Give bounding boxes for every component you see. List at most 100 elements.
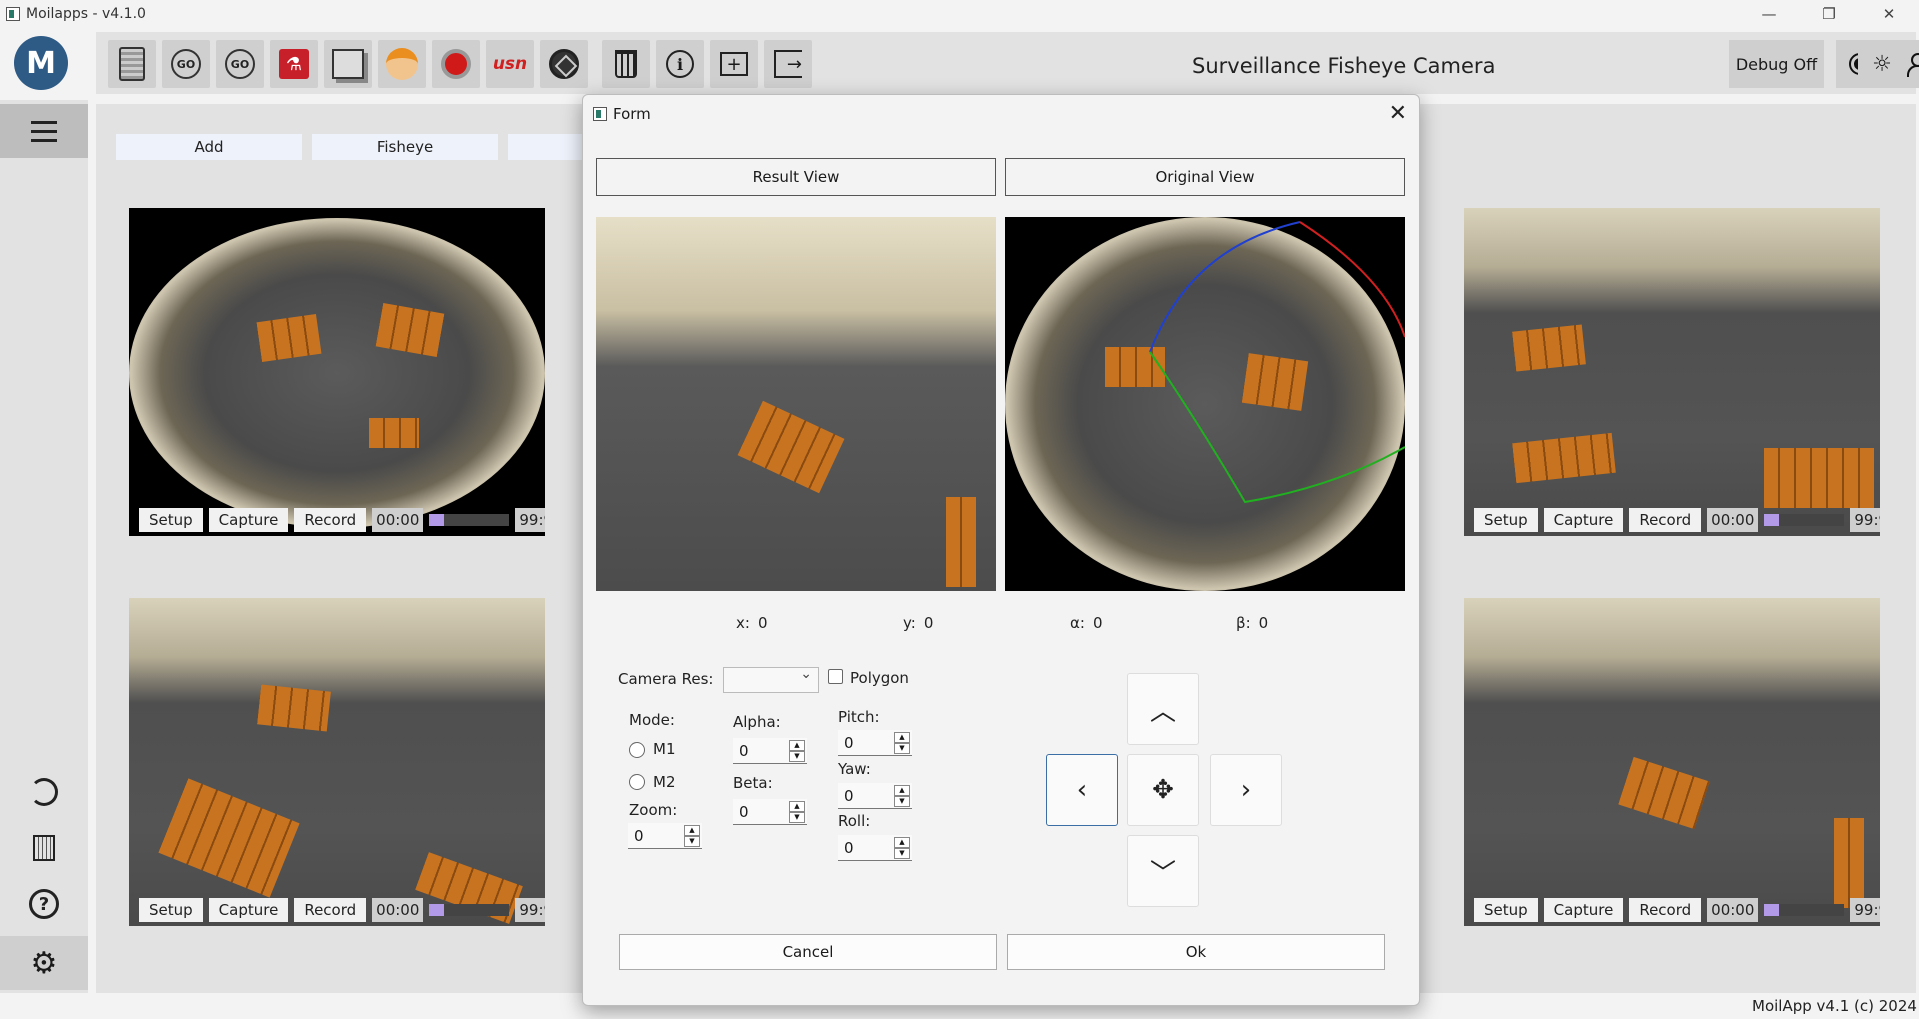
setup-button[interactable]: Setup xyxy=(139,898,203,922)
polygon-checkbox[interactable] xyxy=(828,669,843,684)
calculator-button[interactable] xyxy=(108,40,156,88)
spin-arrows[interactable]: ▲ ▼ xyxy=(894,785,910,807)
move-right-button[interactable]: › xyxy=(1210,754,1282,826)
spin-arrows[interactable]: ▲ ▼ xyxy=(894,732,910,754)
camera-view-4[interactable]: Setup Capture Record 00:00 99:99 xyxy=(1464,598,1880,926)
playback-progress[interactable] xyxy=(429,514,510,526)
move-up-button[interactable]: ︿ xyxy=(1127,673,1199,745)
capture-button[interactable]: Capture xyxy=(208,508,289,532)
move-left-button[interactable]: ‹ xyxy=(1046,754,1118,826)
chevron-up-icon: ︿ xyxy=(1149,696,1176,727)
original-view-image[interactable] xyxy=(1005,217,1405,591)
go-button-2[interactable]: GO xyxy=(216,40,264,88)
spin-arrows[interactable]: ▲ ▼ xyxy=(789,740,805,762)
chevron-down-icon: ﹀ xyxy=(1149,858,1176,889)
camera-view-3[interactable]: Setup Capture Record 00:00 99:99 xyxy=(129,598,545,926)
zoom-spinbox[interactable]: 0 ▲ ▼ xyxy=(628,823,702,849)
go-icon: GO xyxy=(225,49,255,79)
go-button-1[interactable]: GO xyxy=(162,40,210,88)
move-icon: ✥ xyxy=(1152,775,1174,805)
playback-progress[interactable] xyxy=(429,904,510,916)
close-window-button[interactable]: ✕ xyxy=(1859,0,1919,28)
camera-controls: Setup Capture Record 00:00 99:99 xyxy=(1474,508,1880,532)
result-view-image[interactable] xyxy=(596,217,996,591)
spin-up-icon[interactable]: ▲ xyxy=(684,825,700,836)
menu-icon xyxy=(31,129,57,133)
camera-view-2[interactable]: Setup Capture Record 00:00 99:99 xyxy=(1464,208,1880,536)
spin-down-icon[interactable]: ▼ xyxy=(789,751,805,762)
beta-coordinate: β: 0 xyxy=(1236,614,1268,632)
roll-spinbox[interactable]: 0 ▲ ▼ xyxy=(838,835,912,861)
record-video-button[interactable]: Record xyxy=(1629,898,1702,922)
spin-arrows[interactable]: ▲ ▼ xyxy=(684,825,700,847)
progress-fill xyxy=(429,514,444,526)
alpha-spinbox[interactable]: 0 ▲ ▼ xyxy=(733,738,807,764)
m2-radio[interactable] xyxy=(629,774,645,790)
setup-button[interactable]: Setup xyxy=(1474,508,1538,532)
microscope-button[interactable]: ⚗ xyxy=(270,40,318,88)
debug-toggle-button[interactable]: Debug Off xyxy=(1729,40,1824,88)
aperture-button[interactable] xyxy=(540,40,588,88)
camera-res-select[interactable] xyxy=(723,666,819,693)
dialog-close-button[interactable]: ✕ xyxy=(1389,101,1407,126)
spin-up-icon[interactable]: ▲ xyxy=(789,740,805,751)
spin-up-icon[interactable]: ▲ xyxy=(894,732,910,743)
tab-fisheye[interactable]: Fisheye xyxy=(312,134,498,160)
playback-progress[interactable] xyxy=(1764,514,1845,526)
beta-coord-value: 0 xyxy=(1258,614,1269,632)
minimize-button[interactable]: — xyxy=(1739,0,1799,28)
record-button[interactable] xyxy=(432,40,480,88)
x-label: x: xyxy=(736,614,750,632)
spin-up-icon[interactable]: ▲ xyxy=(894,785,910,796)
spin-down-icon[interactable]: ▼ xyxy=(894,743,910,754)
alpha-label: Alpha: xyxy=(733,713,781,731)
refresh-button[interactable] xyxy=(22,770,66,814)
capture-button[interactable]: Capture xyxy=(208,898,289,922)
result-view-button[interactable]: Result View xyxy=(596,158,996,196)
camera-view-1[interactable]: Setup Capture Record 00:00 99:99 xyxy=(129,208,545,536)
spin-arrows[interactable]: ▲ ▼ xyxy=(894,837,910,859)
face-button[interactable] xyxy=(378,40,426,88)
spin-down-icon[interactable]: ▼ xyxy=(684,836,700,847)
new-window-button[interactable]: + xyxy=(710,40,758,88)
playback-progress[interactable] xyxy=(1764,904,1845,916)
book-button[interactable] xyxy=(22,826,66,870)
original-view-button[interactable]: Original View xyxy=(1005,158,1405,196)
spin-up-icon[interactable]: ▲ xyxy=(789,801,805,812)
yaw-spinbox[interactable]: 0 ▲ ▼ xyxy=(838,783,912,809)
pitch-spinbox[interactable]: 0 ▲ ▼ xyxy=(838,730,912,756)
record-video-button[interactable]: Record xyxy=(294,508,367,532)
theme-button[interactable]: ☼ xyxy=(1858,40,1906,88)
time-end: 99:99 xyxy=(1850,508,1880,532)
capture-button[interactable]: Capture xyxy=(1543,898,1624,922)
spin-down-icon[interactable]: ▼ xyxy=(894,848,910,859)
record-video-button[interactable]: Record xyxy=(294,898,367,922)
spin-down-icon[interactable]: ▼ xyxy=(789,812,805,823)
tab-add[interactable]: Add xyxy=(116,134,302,160)
dialog-titlebar: Form xyxy=(593,105,651,123)
setup-button[interactable]: Setup xyxy=(139,508,203,532)
move-down-button[interactable]: ﹀ xyxy=(1127,835,1199,907)
exit-button[interactable]: → xyxy=(764,40,812,88)
capture-button[interactable]: Capture xyxy=(1543,508,1624,532)
pitch-value: 0 xyxy=(844,733,854,752)
cancel-button[interactable]: Cancel xyxy=(619,934,997,970)
spin-up-icon[interactable]: ▲ xyxy=(894,837,910,848)
m1-radio[interactable] xyxy=(629,742,645,758)
info-button[interactable]: i xyxy=(656,40,704,88)
help-button[interactable]: ? xyxy=(22,882,66,926)
ok-button[interactable]: Ok xyxy=(1007,934,1385,970)
fisheye-image xyxy=(129,208,545,536)
record-video-button[interactable]: Record xyxy=(1629,508,1702,532)
settings-button[interactable]: ⚙ xyxy=(0,936,88,990)
spin-arrows[interactable]: ▲ ▼ xyxy=(789,801,805,823)
usn-button[interactable]: usn xyxy=(486,40,534,88)
spin-down-icon[interactable]: ▼ xyxy=(894,796,910,807)
setup-button[interactable]: Setup xyxy=(1474,898,1538,922)
menu-button[interactable] xyxy=(0,104,88,158)
center-button[interactable]: ✥ xyxy=(1127,754,1199,826)
photos-button[interactable] xyxy=(324,40,372,88)
delete-button[interactable] xyxy=(602,40,650,88)
beta-spinbox[interactable]: 0 ▲ ▼ xyxy=(733,799,807,825)
restore-button[interactable]: ❐ xyxy=(1799,0,1859,28)
